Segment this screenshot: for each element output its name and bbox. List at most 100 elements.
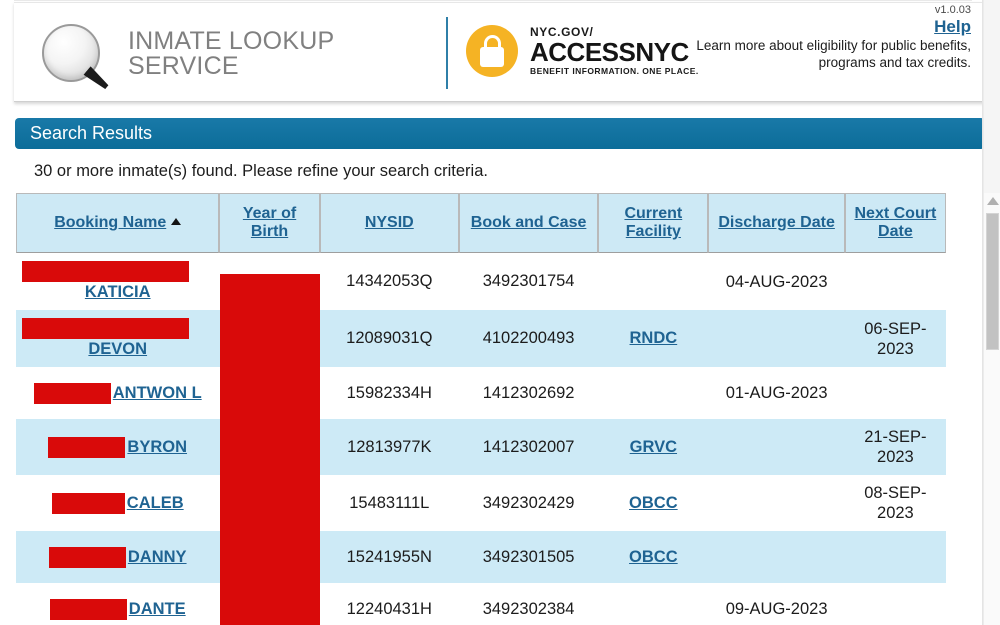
column-header-current-facility[interactable]: Current Facility: [598, 193, 709, 253]
cell-current-facility: [598, 367, 709, 419]
column-header-booking-name-label[interactable]: Booking Name: [54, 214, 166, 231]
accessnyc-lock-icon: [466, 25, 518, 77]
table-row: DANNY 15241955N 3492301505 OBCC: [16, 531, 946, 583]
brand-title-line2: SERVICE: [128, 52, 239, 80]
cell-next-court-date: 21-SEP-2023: [844, 419, 946, 475]
cell-booking-name: DEVON: [16, 310, 220, 367]
brand-title: INMATE LOOKUP SERVICE: [128, 29, 334, 79]
magnifier-icon: [40, 23, 114, 85]
column-header-booking-name[interactable]: Booking Name: [16, 193, 220, 253]
table-row: DANTE 12240431H 3492302384 09-AUG-2023: [16, 583, 946, 625]
table-row: BYRON 12813977K 1412302007 GRVC 21-SEP-2023: [16, 419, 946, 475]
cell-nysid: 15483111L: [319, 475, 459, 531]
facility-link[interactable]: RNDC: [630, 329, 678, 347]
results-table-container: Booking Name Year of Birth NYSID Book an…: [16, 193, 946, 625]
cell-discharge-date: [708, 310, 845, 367]
redacted-surname: [33, 382, 111, 404]
table-header-row: Booking Name Year of Birth NYSID Book an…: [16, 193, 946, 253]
booking-name-link[interactable]: DANTE: [129, 600, 186, 618]
column-header-book-and-case-label[interactable]: Book and Case: [471, 214, 587, 231]
year-of-birth-redaction: [220, 274, 320, 625]
cell-current-facility: OBCC: [598, 531, 709, 583]
booking-name-link[interactable]: KATICIA: [22, 283, 213, 302]
cell-book-and-case: 3492301754: [458, 253, 599, 310]
redacted-surname: [49, 598, 127, 620]
cell-nysid: 15982334H: [319, 367, 459, 419]
cell-discharge-date: [708, 419, 845, 475]
cell-discharge-date: 01-AUG-2023: [708, 367, 845, 419]
column-header-year-of-birth-label[interactable]: Year of Birth: [243, 205, 296, 240]
redacted-surname: [22, 318, 189, 339]
cell-next-court-date: 08-SEP-2023: [844, 475, 946, 531]
redacted-surname: [48, 436, 126, 458]
results-table: Booking Name Year of Birth NYSID Book an…: [16, 193, 946, 625]
results-table-body: KATICIA 14342053Q 3492301754 04-AUG-2023 DEV…: [16, 253, 946, 625]
cell-next-court-date: [844, 253, 946, 310]
cell-nysid: 15241955N: [319, 531, 459, 583]
help-link[interactable]: Help: [934, 17, 971, 37]
header-divider: [446, 17, 448, 89]
brand-logo[interactable]: INMATE LOOKUP SERVICE: [40, 23, 334, 85]
cell-booking-name: CALEB: [16, 475, 220, 531]
cell-next-court-date: [844, 583, 946, 625]
cell-discharge-date: 09-AUG-2023: [708, 583, 845, 625]
cell-discharge-date: [708, 475, 845, 531]
cell-current-facility: [598, 253, 709, 310]
column-header-current-facility-label[interactable]: Current Facility: [624, 205, 682, 240]
cell-book-and-case: 3492301505: [458, 531, 599, 583]
cell-book-and-case: 3492302384: [458, 583, 599, 625]
redacted-surname: [22, 261, 189, 282]
cell-booking-name: ANTWON L: [16, 367, 220, 419]
column-header-discharge-date[interactable]: Discharge Date: [708, 193, 845, 253]
column-header-nysid[interactable]: NYSID: [319, 193, 459, 253]
cell-booking-name: DANTE: [16, 583, 220, 625]
cell-booking-name: KATICIA: [16, 253, 220, 310]
cell-discharge-date: [708, 531, 845, 583]
page-root: INMATE LOOKUP SERVICE NYC.GOV/ ACCESSNYC…: [0, 0, 1000, 625]
column-header-discharge-date-label[interactable]: Discharge Date: [718, 214, 835, 231]
search-results-title: Search Results: [30, 123, 153, 143]
table-row: DEVON 12089031Q 4102200493 RNDC 06-SEP-2023: [16, 310, 946, 367]
column-header-year-of-birth[interactable]: Year of Birth: [219, 193, 320, 253]
top-divider: [14, 0, 972, 1]
scroll-up-arrow-icon[interactable]: [987, 197, 999, 205]
cell-next-court-date: 06-SEP-2023: [844, 310, 946, 367]
column-header-nysid-label[interactable]: NYSID: [365, 214, 414, 231]
booking-name-link[interactable]: BYRON: [127, 438, 187, 456]
table-row: CALEB 15483111L 3492302429 OBCC 08-SEP-2023: [16, 475, 946, 531]
redacted-surname: [51, 492, 125, 514]
cell-nysid: 12813977K: [319, 419, 459, 475]
cell-nysid: 12240431H: [319, 583, 459, 625]
cell-current-facility: RNDC: [598, 310, 709, 367]
booking-name-link[interactable]: CALEB: [127, 494, 184, 512]
column-header-book-and-case[interactable]: Book and Case: [458, 193, 599, 253]
booking-name-link[interactable]: DANNY: [128, 548, 187, 566]
help-description: Learn more about eligibility for public …: [696, 38, 971, 70]
vertical-scrollbar[interactable]: [983, 0, 1000, 625]
column-header-next-court-date-label[interactable]: Next Court Date: [854, 205, 936, 240]
cell-discharge-date: 04-AUG-2023: [708, 253, 845, 310]
cell-booking-name: BYRON: [16, 419, 220, 475]
table-row: KATICIA 14342053Q 3492301754 04-AUG-2023: [16, 253, 946, 310]
scrollbar-thumb[interactable]: [986, 213, 999, 350]
sort-ascending-icon: [171, 218, 182, 225]
facility-link[interactable]: GRVC: [630, 438, 677, 456]
column-header-next-court-date[interactable]: Next Court Date: [844, 193, 946, 253]
accessnyc-logo[interactable]: NYC.GOV/ ACCESSNYC BENEFIT INFORMATION. …: [466, 25, 699, 77]
cell-book-and-case: 1412302007: [458, 419, 599, 475]
facility-link[interactable]: OBCC: [629, 548, 678, 566]
cell-next-court-date: [844, 367, 946, 419]
cell-current-facility: OBCC: [598, 475, 709, 531]
version-label: v1.0.03: [934, 4, 971, 16]
cell-nysid: 14342053Q: [319, 253, 459, 310]
cell-book-and-case: 1412302692: [458, 367, 599, 419]
booking-name-link[interactable]: DEVON: [22, 340, 213, 359]
cell-nysid: 12089031Q: [319, 310, 459, 367]
result-count-message: 30 or more inmate(s) found. Please refin…: [34, 162, 488, 180]
cell-book-and-case: 3492302429: [458, 475, 599, 531]
cell-booking-name: DANNY: [16, 531, 220, 583]
cell-current-facility: [598, 583, 709, 625]
booking-name-link[interactable]: ANTWON L: [113, 384, 202, 402]
facility-link[interactable]: OBCC: [629, 494, 678, 512]
site-header: INMATE LOOKUP SERVICE NYC.GOV/ ACCESSNYC…: [14, 2, 986, 102]
